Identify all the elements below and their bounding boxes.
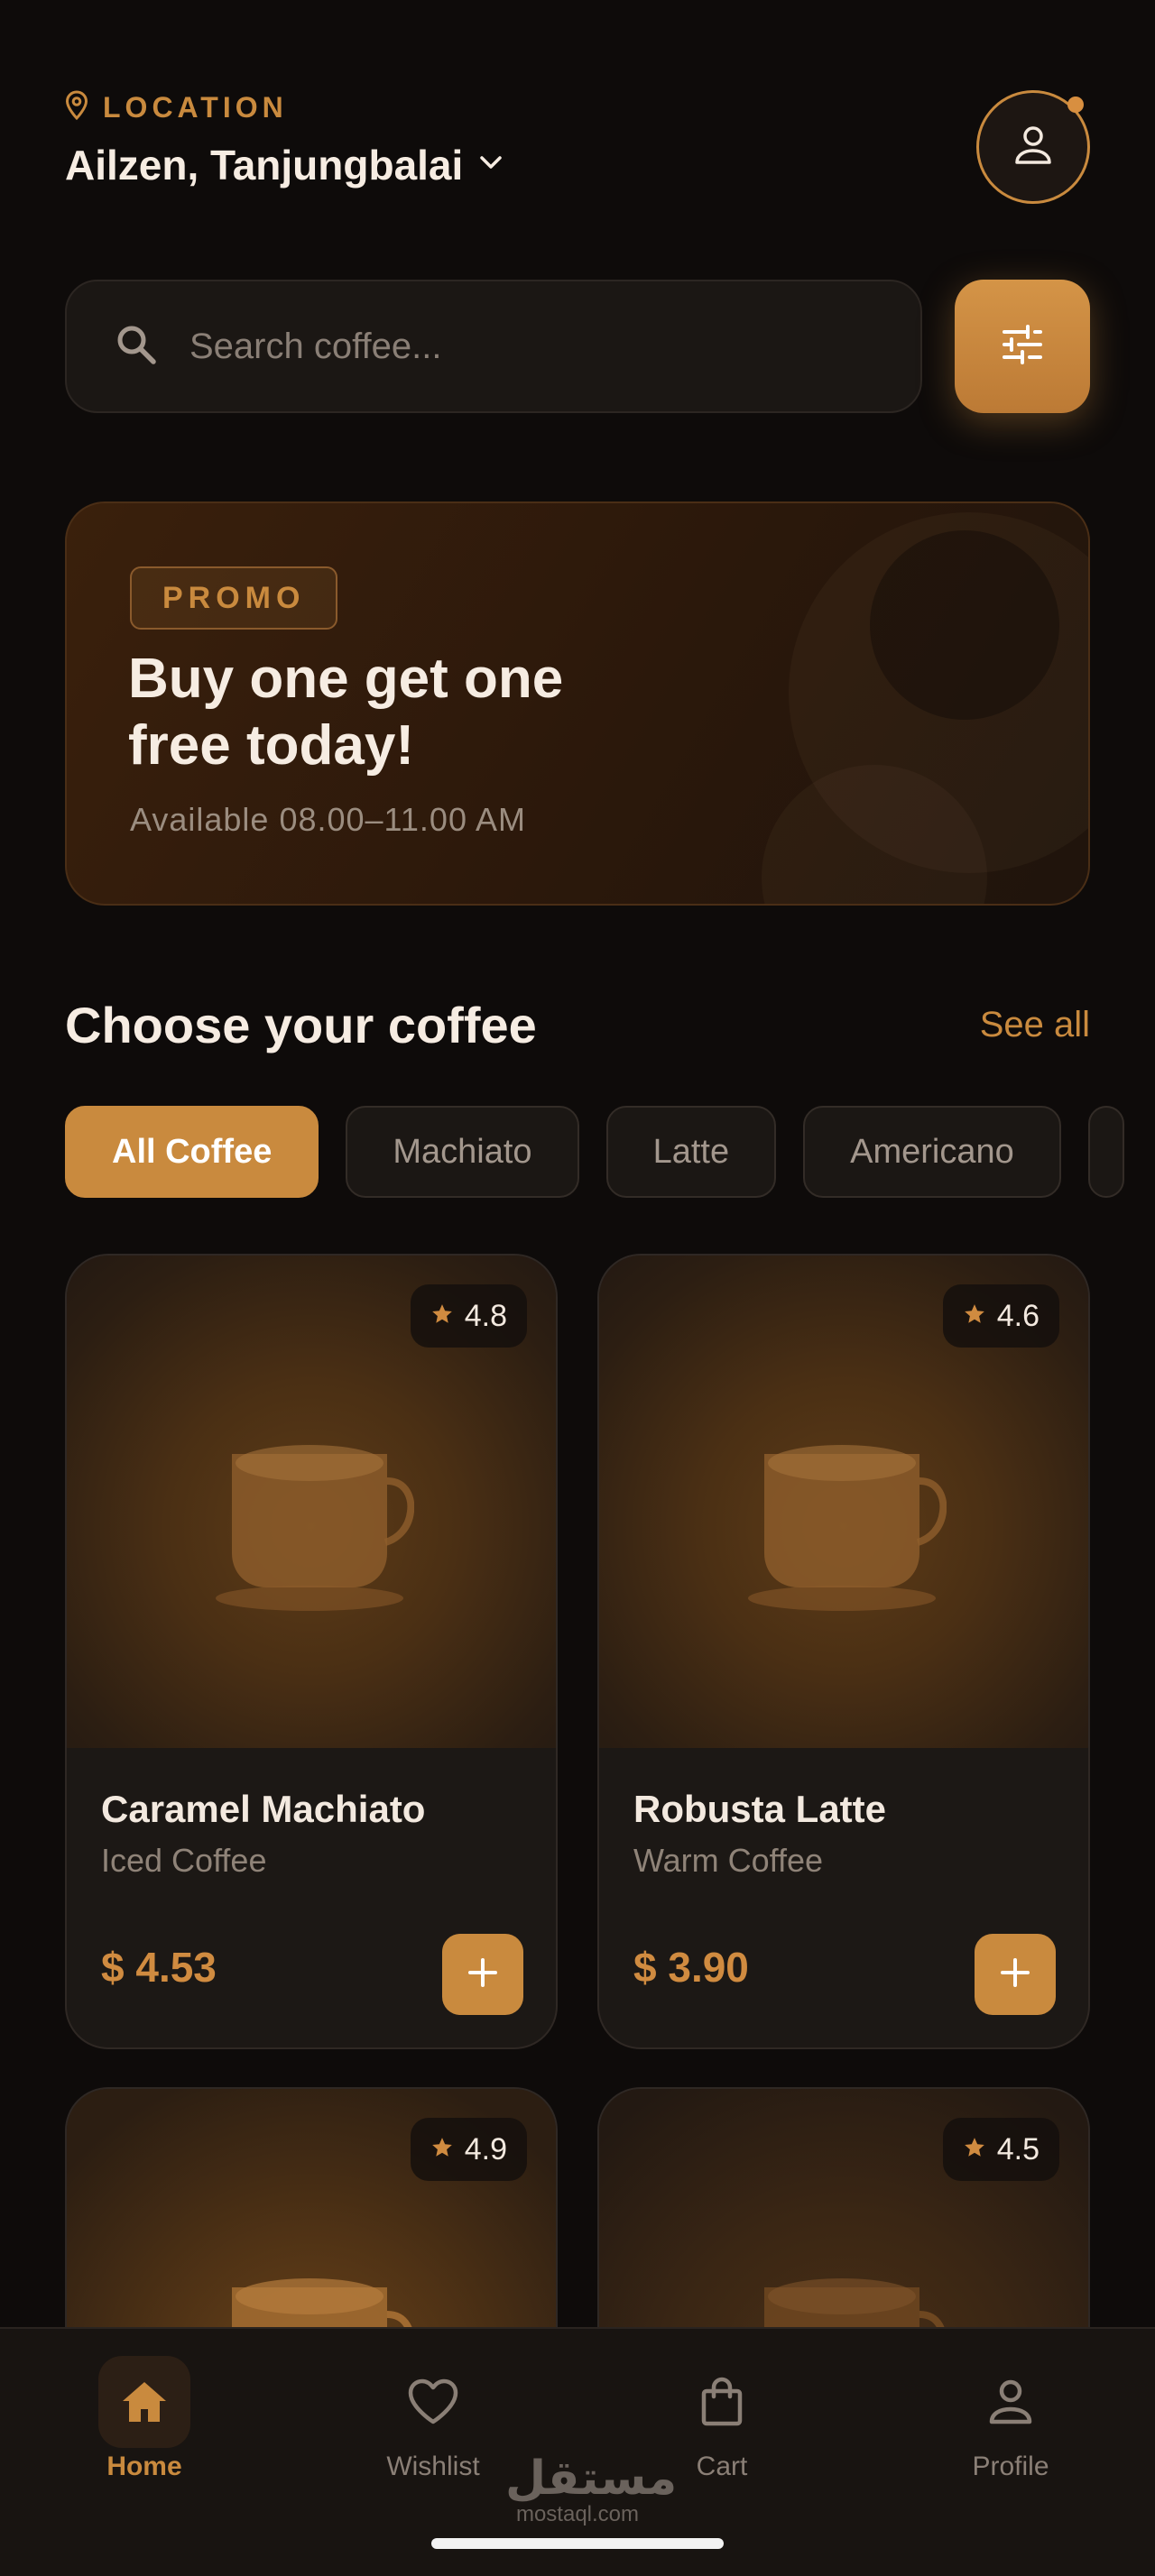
category-chip-americano[interactable]: Americano bbox=[803, 1106, 1061, 1198]
user-icon bbox=[1013, 124, 1053, 170]
product-card[interactable]: 4.6 Robusta Latte Warm Coffee $ 3.90 bbox=[597, 1254, 1090, 2049]
star-icon bbox=[430, 1299, 454, 1334]
category-chip-all-coffee[interactable]: All Coffee bbox=[65, 1106, 319, 1198]
profile-avatar-button[interactable] bbox=[976, 90, 1090, 204]
rating-badge: 4.5 bbox=[942, 2118, 1059, 2181]
map-pin-icon bbox=[65, 90, 88, 125]
nav-label: Profile bbox=[972, 2452, 1049, 2481]
home-icon bbox=[98, 2356, 190, 2448]
nav-item-home[interactable]: Home bbox=[36, 2356, 253, 2482]
product-type: Warm Coffee bbox=[633, 1842, 824, 1879]
star-icon bbox=[430, 2132, 454, 2167]
category-chip-machiato[interactable]: Machiato bbox=[346, 1106, 579, 1198]
coffee-cup-icon bbox=[216, 1436, 415, 1621]
nav-label: Home bbox=[106, 2452, 182, 2481]
product-name: Robusta Latte bbox=[633, 1788, 887, 1830]
promo-subtitle: Available 08.00–11.00 AM bbox=[130, 801, 526, 838]
promo-decoration bbox=[870, 530, 1059, 720]
nav-label: Wishlist bbox=[386, 2452, 480, 2481]
rating-value: 4.6 bbox=[996, 1298, 1040, 1333]
rating-value: 4.9 bbox=[464, 2131, 507, 2167]
shopping-bag-icon bbox=[676, 2356, 768, 2448]
product-price: $ 3.90 bbox=[633, 1944, 749, 1991]
notification-dot bbox=[1067, 97, 1084, 113]
rating-value: 4.5 bbox=[996, 2131, 1040, 2167]
location-label-text: LOCATION bbox=[103, 91, 288, 124]
watermark-latin: mostaql.com bbox=[515, 2502, 640, 2526]
nav-label: Cart bbox=[696, 2452, 748, 2481]
search-input[interactable] bbox=[189, 326, 875, 367]
product-card[interactable]: 4.8 Caramel Machiato Iced Coffee $ 4.53 bbox=[65, 1254, 558, 2049]
rating-badge: 4.8 bbox=[410, 1284, 527, 1348]
add-to-cart-button[interactable] bbox=[442, 1934, 523, 2015]
sliders-icon bbox=[1001, 323, 1044, 371]
search-icon bbox=[116, 324, 157, 370]
plus-icon bbox=[999, 1956, 1031, 1993]
heart-icon bbox=[387, 2356, 479, 2448]
watermark-logo: مستقل mostaql.com bbox=[505, 2452, 678, 2527]
promo-title: Buy one get one free today! bbox=[128, 648, 564, 777]
watermark-arabic: مستقل bbox=[505, 2452, 678, 2506]
category-chip-latte[interactable]: Latte bbox=[605, 1106, 777, 1198]
user-icon bbox=[965, 2356, 1057, 2448]
rating-value: 4.8 bbox=[464, 1298, 507, 1333]
star-icon bbox=[963, 1299, 986, 1334]
promo-banner[interactable]: PROMO Buy one get one free today! Availa… bbox=[65, 501, 1090, 906]
promo-badge: PROMO bbox=[130, 566, 338, 630]
product-type: Iced Coffee bbox=[101, 1842, 267, 1879]
search-bar bbox=[65, 280, 922, 413]
star-icon bbox=[963, 2132, 986, 2167]
plus-icon bbox=[467, 1956, 499, 1993]
category-chip-more[interactable] bbox=[1087, 1106, 1124, 1198]
nav-item-profile[interactable]: Profile bbox=[902, 2356, 1119, 2482]
rating-badge: 4.6 bbox=[942, 1284, 1059, 1348]
product-price: $ 4.53 bbox=[101, 1944, 217, 1991]
location-label: LOCATION bbox=[65, 90, 288, 125]
home-indicator[interactable] bbox=[431, 2538, 724, 2549]
section-title: Choose your coffee bbox=[65, 997, 537, 1053]
add-to-cart-button[interactable] bbox=[975, 1934, 1056, 2015]
see-all-link[interactable]: See all bbox=[980, 1005, 1090, 1045]
category-chips: All Coffee Machiato Latte Americano bbox=[65, 1106, 1155, 1200]
product-name: Caramel Machiato bbox=[101, 1788, 426, 1830]
filter-button[interactable] bbox=[955, 280, 1090, 413]
chevron-down-icon bbox=[479, 155, 503, 176]
coffee-cup-icon bbox=[748, 1436, 947, 1621]
location-value: Ailzen, Tanjungbalai bbox=[65, 142, 464, 189]
location-selector[interactable]: Ailzen, Tanjungbalai bbox=[65, 141, 503, 189]
rating-badge: 4.9 bbox=[410, 2118, 527, 2181]
